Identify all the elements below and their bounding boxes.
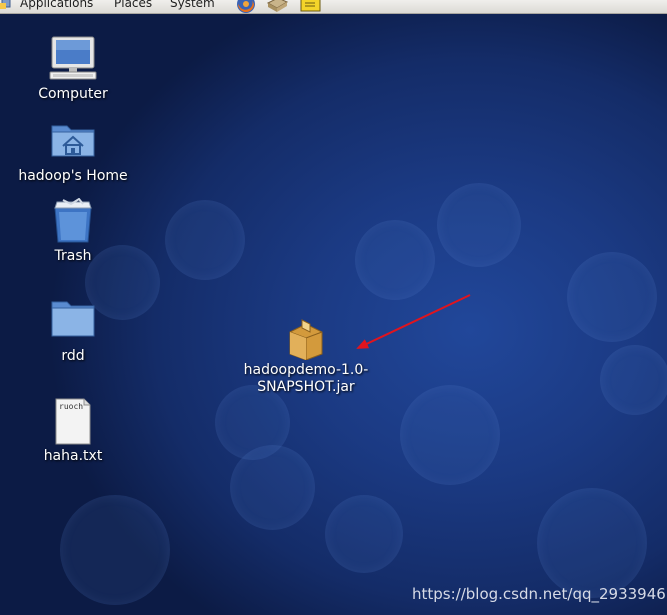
desktop-screen: Applications Places System Computer hado…	[0, 0, 667, 615]
annotation-arrow	[356, 294, 471, 349]
watermark-text: https://blog.csdn.net/qq_29339467	[412, 585, 667, 603]
